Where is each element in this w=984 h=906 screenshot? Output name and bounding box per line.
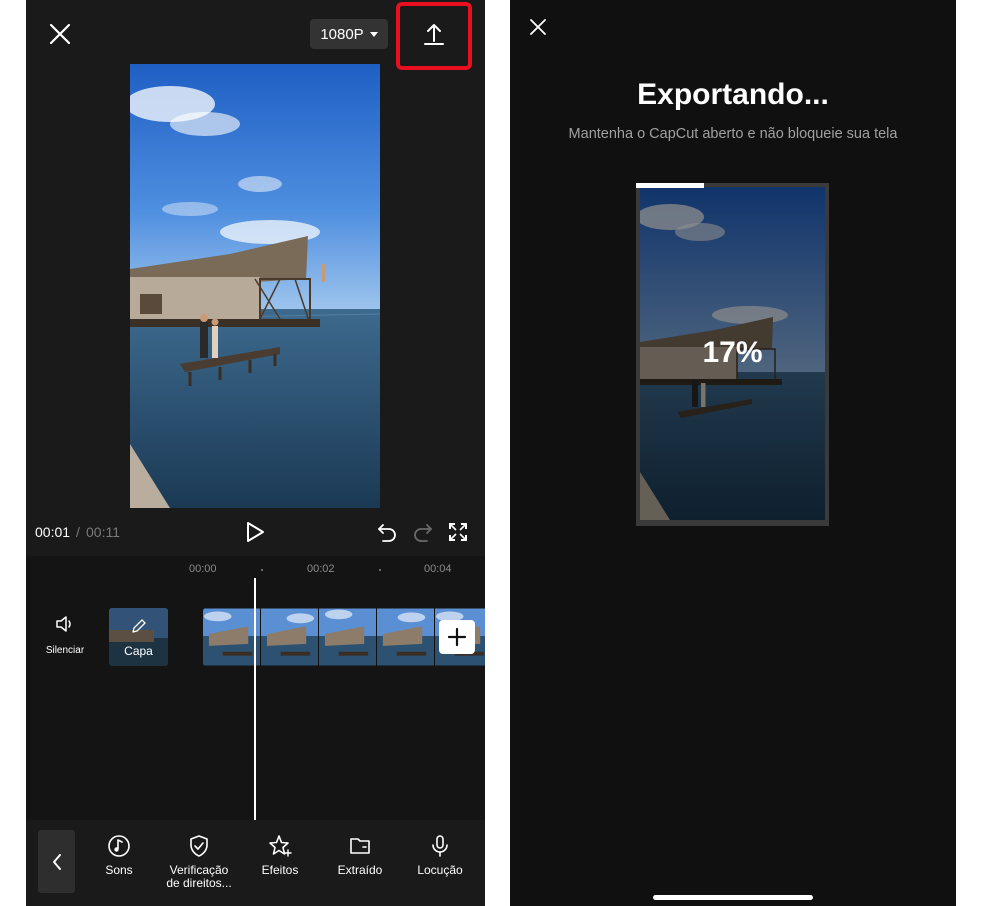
time-separator: / bbox=[76, 524, 80, 540]
export-progress-bar bbox=[636, 183, 704, 188]
home-indicator bbox=[653, 895, 813, 900]
mute-label: Silenciar bbox=[45, 645, 85, 656]
close-icon[interactable] bbox=[46, 20, 74, 48]
folder-icon bbox=[350, 838, 370, 854]
cover-label: Capa bbox=[124, 644, 153, 658]
tool-extraido[interactable]: Extraído bbox=[320, 834, 400, 877]
ruler-tick-label: 00:04 bbox=[424, 563, 452, 575]
clip-frame-thumbnail bbox=[377, 608, 435, 666]
back-button[interactable] bbox=[38, 830, 75, 893]
total-time: 00:11 bbox=[86, 524, 120, 540]
ruler-dot bbox=[261, 569, 263, 571]
export-upload-icon[interactable] bbox=[420, 20, 448, 48]
bottom-toolbar: Sons Verificação de direitos... Efeitos bbox=[26, 820, 485, 906]
clip-frame-thumbnail bbox=[261, 608, 319, 666]
tool-label: Extraído bbox=[337, 863, 383, 877]
tool-label: Efeitos bbox=[261, 863, 299, 877]
add-clip-button[interactable] bbox=[439, 620, 475, 654]
redo-icon bbox=[414, 524, 432, 542]
tool-label: Verificação de direitos... bbox=[166, 863, 232, 890]
ruler-tick-label: 00:00 bbox=[189, 563, 217, 575]
microphone-icon bbox=[432, 835, 448, 857]
mute-button[interactable]: Silenciar bbox=[40, 614, 90, 656]
export-progress-percent: 17% bbox=[702, 336, 763, 369]
clip-frame-thumbnail bbox=[319, 608, 377, 666]
close-icon[interactable] bbox=[528, 17, 548, 37]
speaker-icon bbox=[56, 616, 71, 632]
undo-icon[interactable] bbox=[376, 521, 398, 543]
editor-screen: 1080P 00:01 / 00:11 00:00 00:02 00:04 Si… bbox=[26, 0, 485, 906]
ruler-tick-label: 00:02 bbox=[307, 563, 335, 575]
current-time: 00:01 bbox=[35, 524, 71, 540]
tool-locucao[interactable]: Locução bbox=[400, 834, 480, 877]
tool-efeitos[interactable]: Efeitos bbox=[240, 834, 320, 877]
playhead[interactable] bbox=[254, 578, 256, 820]
plus-icon bbox=[447, 627, 467, 647]
tool-sons[interactable]: Sons bbox=[79, 834, 159, 877]
ruler-dot bbox=[379, 569, 381, 571]
sparkle-star-icon bbox=[269, 835, 292, 857]
music-note-icon bbox=[108, 835, 130, 857]
caret-down-icon bbox=[369, 31, 378, 37]
resolution-dropdown[interactable]: 1080P bbox=[310, 19, 388, 49]
export-screen: Exportando... Mantenha o CapCut aberto e… bbox=[510, 0, 956, 906]
fullscreen-icon[interactable] bbox=[447, 521, 469, 543]
play-icon[interactable] bbox=[244, 520, 266, 544]
screenshot-composite: 1080P 00:01 / 00:11 00:00 00:02 00:04 Si… bbox=[0, 0, 984, 906]
tool-label: Locução bbox=[417, 863, 463, 877]
export-subtitle: Mantenha o CapCut aberto e não bloqueie … bbox=[568, 126, 898, 142]
shield-check-icon bbox=[190, 835, 208, 857]
tool-verificacao-de-direitos[interactable]: Verificação de direitos... bbox=[159, 834, 239, 890]
cover-button[interactable]: Capa bbox=[109, 608, 168, 666]
resolution-label: 1080P bbox=[320, 25, 364, 43]
tool-label: Sons bbox=[105, 863, 133, 877]
clip-frame-thumbnail bbox=[203, 608, 261, 666]
export-title: Exportando... bbox=[637, 78, 829, 111]
video-preview bbox=[130, 64, 380, 508]
chevron-left-icon bbox=[52, 853, 61, 870]
